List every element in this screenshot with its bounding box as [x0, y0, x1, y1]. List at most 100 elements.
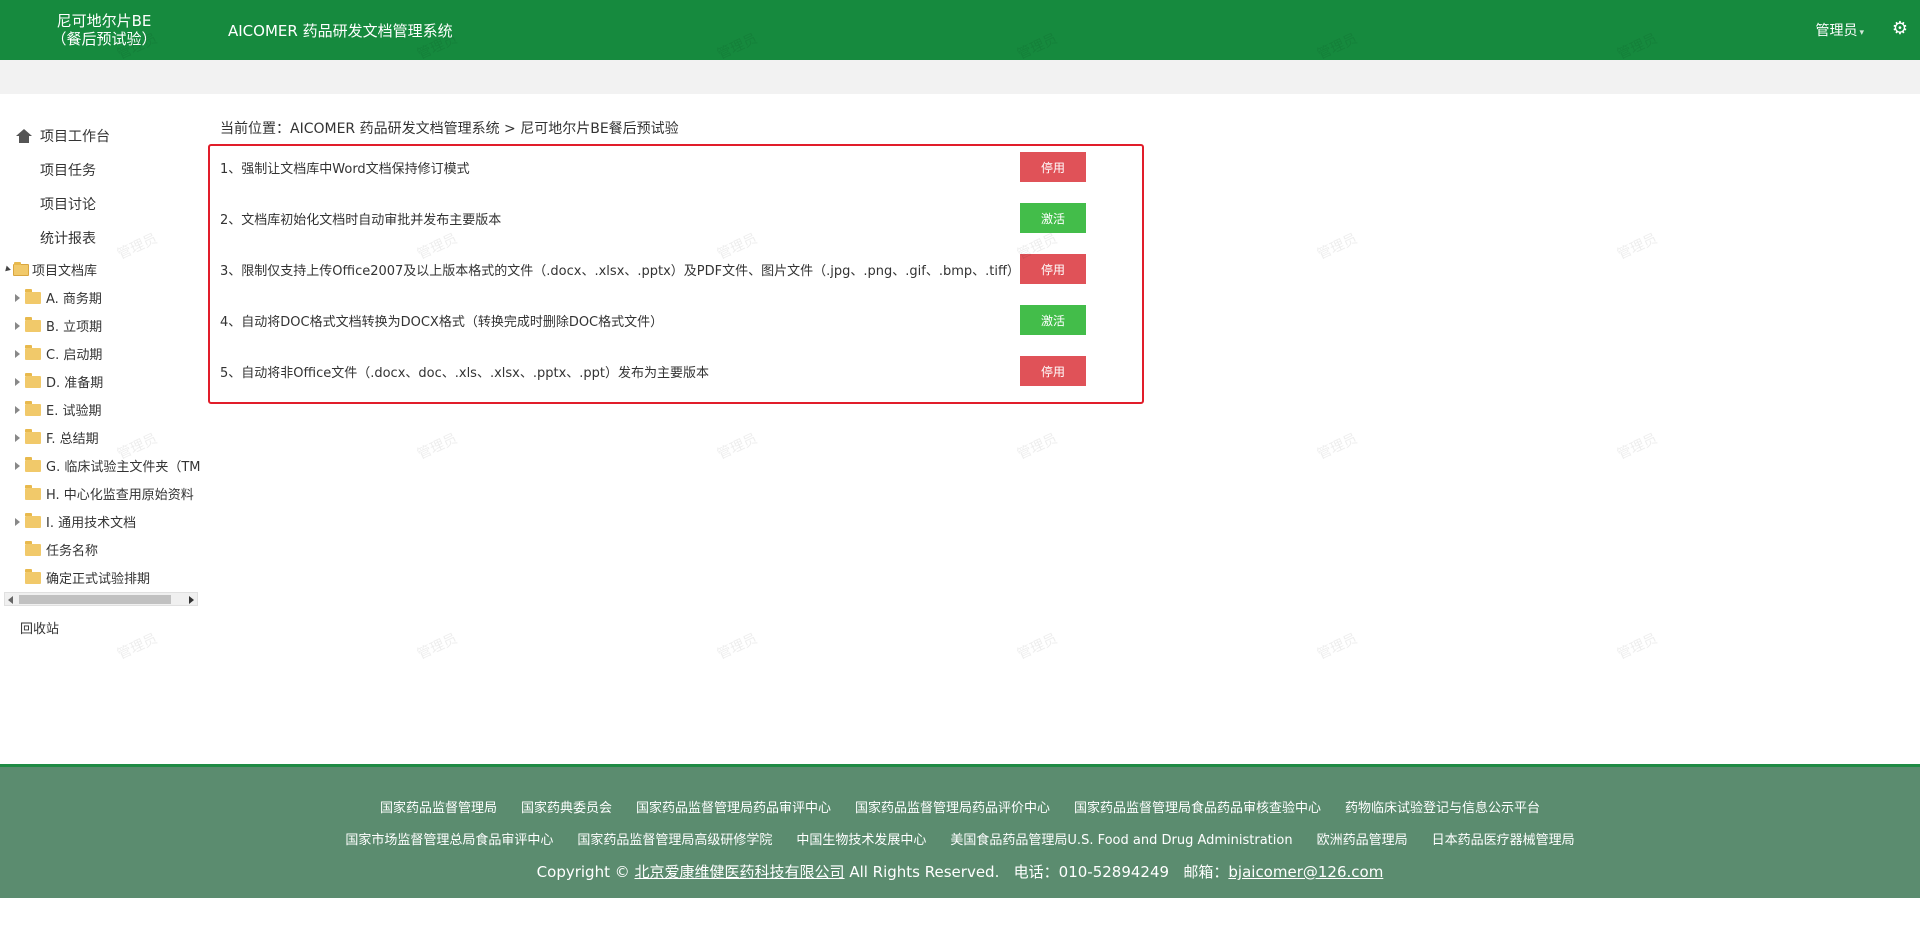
sidebar-item-recycle-bin[interactable]: 回收站 — [20, 618, 59, 637]
copyright-prefix: Copyright © — [536, 863, 630, 881]
folder-icon — [25, 568, 41, 584]
watermark: 管理员 — [415, 630, 460, 664]
watermark: 管理员 — [1015, 430, 1060, 464]
expand-icon[interactable] — [15, 433, 20, 442]
folder-icon — [25, 456, 41, 472]
document-tree: A. 商务期 B. 立项期 C. 启动期 D. 准备期 E. 试验期 F. 总结… — [0, 278, 200, 708]
footer-link[interactable]: 美国食品药品管理局U.S. Food and Drug Administrati… — [950, 829, 1292, 848]
email-link[interactable]: bjaicomer@126.com — [1228, 863, 1383, 881]
setting-text: 4、自动将DOC格式文档转换为DOCX格式（转换完成时删除DOC格式文件） — [220, 315, 664, 330]
company-link[interactable]: 北京爱康维健医药科技有限公司 — [635, 863, 845, 881]
library-icon — [13, 261, 29, 276]
footer-link[interactable]: 中国生物技术发展中心 — [796, 829, 926, 848]
expand-icon[interactable] — [15, 405, 20, 414]
watermark: 管理员 — [1015, 630, 1060, 664]
watermark: 管理员 — [415, 430, 460, 464]
disable-button[interactable]: 停用 — [1020, 254, 1086, 284]
watermark: 管理员 — [715, 630, 760, 664]
watermark: 管理员 — [1315, 430, 1360, 464]
expand-icon[interactable] — [15, 321, 20, 330]
folder-icon — [25, 540, 41, 556]
settings-panel: 1、强制让文档库中Word文档保持修订模式 停用 2、文档库初始化文档时自动审批… — [208, 144, 1144, 404]
footer: 国家药品监督管理局 国家药典委员会 国家药品监督管理局药品审评中心 国家药品监督… — [0, 764, 1920, 898]
watermark: 管理员 — [1315, 230, 1360, 264]
footer-link[interactable]: 日本药品医疗器械管理局 — [1432, 829, 1575, 848]
folder-icon — [25, 512, 41, 528]
activate-button[interactable]: 激活 — [1020, 305, 1086, 335]
tree-item[interactable]: 确定正式试验排期 — [15, 568, 150, 587]
footer-link[interactable]: 国家药品监督管理局 — [380, 797, 497, 816]
home-icon — [16, 129, 32, 143]
setting-text: 1、强制让文档库中Word文档保持修订模式 — [220, 162, 470, 177]
footer-link[interactable]: 欧洲药品管理局 — [1317, 829, 1408, 848]
breadcrumb: 当前位置：AICOMER 药品研发文档管理系统 > 尼可地尔片BE餐后预试验 — [220, 121, 679, 137]
setting-row: 4、自动将DOC格式文档转换为DOCX格式（转换完成时删除DOC格式文件） 激活 — [220, 305, 1120, 335]
sidebar-item-workbench[interactable]: 项目工作台 — [16, 126, 110, 146]
tree-item[interactable]: A. 商务期 — [15, 288, 102, 307]
expand-icon[interactable] — [15, 461, 20, 470]
collapse-icon[interactable] — [3, 265, 11, 274]
tree-item[interactable]: H. 中心化监查用原始资料 — [15, 484, 194, 503]
tree-item-label: 确定正式试验排期 — [46, 572, 151, 587]
tree-item[interactable]: F. 总结期 — [15, 428, 99, 447]
scroll-right-icon[interactable] — [189, 596, 194, 604]
setting-text: 3、限制仅支持上传Office2007及以上版本格式的文件（.docx、.xls… — [220, 264, 1020, 279]
copyright: Copyright © 北京爱康维健医药科技有限公司 All Rights Re… — [0, 861, 1920, 882]
tree-item-label: G. 临床试验主文件夹（TM — [46, 460, 200, 475]
footer-link[interactable]: 国家药品监督管理局食品药品审核查验中心 — [1074, 797, 1321, 816]
watermark: 管理员 — [1615, 230, 1660, 264]
project-logo[interactable]: 尼可地尔片BE （餐后预试验） — [44, 12, 164, 48]
tree-item[interactable]: C. 启动期 — [15, 344, 102, 363]
tree-item[interactable]: 任务名称 — [15, 540, 98, 559]
footer-link[interactable]: 国家药典委员会 — [521, 797, 612, 816]
expand-icon[interactable] — [15, 517, 20, 526]
tree-root-document-library[interactable]: 项目文档库 — [3, 260, 97, 279]
folder-icon — [25, 288, 41, 304]
folder-icon — [25, 484, 41, 500]
tree-item-label: A. 商务期 — [46, 292, 102, 307]
phone-number: 电话：010-52894249 — [1013, 863, 1170, 881]
tree-item[interactable]: E. 试验期 — [15, 400, 101, 419]
tree-item-label: H. 中心化监查用原始资料 — [46, 488, 194, 503]
footer-link[interactable]: 药物临床试验登记与信息公示平台 — [1345, 797, 1540, 816]
tree-item-label: I. 通用技术文档 — [46, 516, 137, 531]
tree-item-label: F. 总结期 — [46, 432, 99, 447]
tree-item-label: E. 试验期 — [46, 404, 102, 419]
scroll-left-icon[interactable] — [8, 596, 13, 604]
folder-icon — [25, 372, 41, 388]
tree-item[interactable]: D. 准备期 — [15, 372, 103, 391]
sidebar-item-tasks[interactable]: 项目任务 — [40, 160, 96, 180]
activate-button[interactable]: 激活 — [1020, 203, 1086, 233]
tree-horizontal-scrollbar[interactable] — [4, 592, 198, 606]
chevron-down-icon: ▾ — [1859, 28, 1864, 38]
sidebar-item-reports[interactable]: 统计报表 — [40, 228, 96, 248]
watermark: 管理员 — [715, 430, 760, 464]
disable-button[interactable]: 停用 — [1020, 356, 1086, 386]
sub-toolbar — [0, 60, 1920, 94]
footer-link[interactable]: 国家药品监督管理局药品评价中心 — [855, 797, 1050, 816]
tree-item[interactable]: B. 立项期 — [15, 316, 102, 335]
gear-icon[interactable]: ⚙ — [1892, 18, 1908, 39]
tree-item-label: D. 准备期 — [46, 376, 104, 391]
user-menu[interactable]: 管理员 ▾ — [1815, 20, 1864, 40]
sidebar-item-discussion[interactable]: 项目讨论 — [40, 194, 96, 214]
setting-text: 5、自动将非Office文件（.docx、doc、.xls、.xlsx、.ppt… — [220, 366, 710, 381]
expand-icon[interactable] — [15, 377, 20, 386]
tree-item[interactable]: I. 通用技术文档 — [15, 512, 136, 531]
sidebar-item-label: 项目工作台 — [40, 129, 110, 145]
scrollbar-thumb[interactable] — [19, 595, 171, 604]
footer-links-row-2: 国家市场监督管理总局食品审评中心 国家药品监督管理局高级研修学院 中国生物技术发… — [0, 829, 1920, 848]
folder-icon — [25, 400, 41, 416]
top-header: 尼可地尔片BE （餐后预试验） AICOMER 药品研发文档管理系统 管理员 ▾ … — [0, 0, 1920, 60]
disable-button[interactable]: 停用 — [1020, 152, 1086, 182]
footer-link[interactable]: 国家药品监督管理局高级研修学院 — [577, 829, 772, 848]
tree-item[interactable]: G. 临床试验主文件夹（TM — [15, 456, 200, 475]
footer-link[interactable]: 国家药品监督管理局药品审评中心 — [636, 797, 831, 816]
watermark: 管理员 — [1315, 630, 1360, 664]
footer-link[interactable]: 国家市场监督管理总局食品审评中心 — [345, 829, 553, 848]
setting-row: 3、限制仅支持上传Office2007及以上版本格式的文件（.docx、.xls… — [220, 254, 1120, 284]
expand-icon[interactable] — [15, 293, 20, 302]
watermark: 管理员 — [1615, 630, 1660, 664]
expand-icon[interactable] — [15, 349, 20, 358]
folder-icon — [25, 344, 41, 360]
